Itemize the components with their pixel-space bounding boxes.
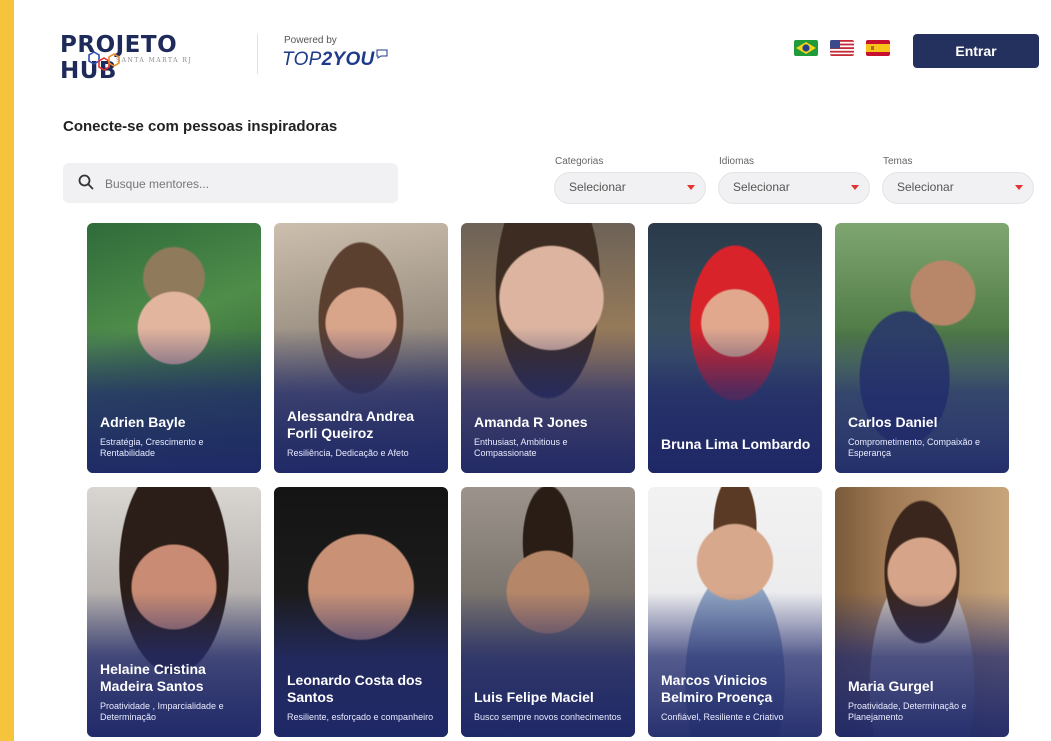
- mentor-tags: Resiliência, Dedicação e Afeto: [287, 448, 409, 458]
- card-text: Carlos Daniel Comprometimento, Compaixão…: [848, 414, 999, 459]
- select-value: Selecionar: [569, 180, 626, 194]
- mentor-card[interactable]: Helaine Cristina Madeira Santos Proativi…: [87, 487, 261, 737]
- language-switcher: [794, 40, 890, 56]
- themes-select[interactable]: Selecionar: [882, 172, 1034, 204]
- mentor-name: Maria Gurgel: [848, 678, 934, 694]
- mentor-name: Helaine Cristina Madeira Santos: [100, 661, 206, 694]
- brazil-flag-icon[interactable]: [794, 40, 818, 56]
- mentor-card[interactable]: Carlos Daniel Comprometimento, Compaixão…: [835, 223, 1009, 473]
- card-text: Alessandra Andrea Forli Queiroz Resiliên…: [287, 408, 438, 459]
- login-button[interactable]: Entrar: [913, 34, 1039, 68]
- card-text: Adrien Bayle Estratégia, Crescimento e R…: [100, 414, 251, 459]
- select-value: Selecionar: [733, 180, 790, 194]
- top2you-logo: TOP2YOU: [282, 49, 388, 71]
- card-text: Luis Felipe Maciel Busco sempre novos co…: [474, 689, 625, 723]
- mentor-name: Amanda R Jones: [474, 414, 588, 430]
- mentor-card[interactable]: Luis Felipe Maciel Busco sempre novos co…: [461, 487, 635, 737]
- filter-languages: Idiomas Selecionar: [718, 156, 870, 204]
- card-text: Leonardo Costa dos Santos Resiliente, es…: [287, 672, 438, 723]
- app-window: PROJETO HUB SANTA MARTA RJ Powered by TO…: [14, 0, 1051, 741]
- mentor-tags: Proatividade, Determinação e Planejament…: [848, 701, 967, 722]
- card-text: Bruna Lima Lombardo: [661, 436, 812, 459]
- filter-categories: Categorias Selecionar: [554, 156, 706, 204]
- logo-subtitle: SANTA MARTA RJ: [116, 57, 193, 64]
- mentor-card[interactable]: Marcos Vinicios Belmiro Proença Confiáve…: [648, 487, 822, 737]
- mentor-tags: Confiável, Resiliente e Criativo: [661, 712, 784, 722]
- mentor-tags: Busco sempre novos conhecimentos: [474, 712, 622, 722]
- mentor-card[interactable]: Amanda R Jones Enthusiast, Ambitious e C…: [461, 223, 635, 473]
- mentor-name: Marcos Vinicios Belmiro Proença: [661, 672, 773, 705]
- spain-flag-icon[interactable]: [866, 40, 890, 56]
- powered-by-label: Powered by: [284, 35, 337, 46]
- categories-select[interactable]: Selecionar: [554, 172, 706, 204]
- mentor-grid: Adrien Bayle Estratégia, Crescimento e R…: [87, 223, 1012, 737]
- search-icon: [78, 174, 94, 190]
- card-text: Helaine Cristina Madeira Santos Proativi…: [100, 661, 251, 723]
- brand-bold: 2YOU: [321, 49, 375, 70]
- filter-label: Temas: [883, 156, 913, 167]
- mentor-tags: Estratégia, Crescimento e Rentabilidade: [100, 437, 204, 458]
- mentor-tags: Comprometimento, Compaixão e Esperança: [848, 437, 981, 458]
- projeto-hub-logo[interactable]: PROJETO HUB SANTA MARTA RJ: [60, 30, 230, 84]
- mentor-tags: Resiliente, esforçado e companheiro: [287, 712, 434, 722]
- brand-light: TOP: [282, 49, 322, 70]
- header-divider: [257, 34, 258, 74]
- search-box: [63, 163, 398, 205]
- mentor-card[interactable]: Adrien Bayle Estratégia, Crescimento e R…: [87, 223, 261, 473]
- mentor-card[interactable]: Bruna Lima Lombardo: [648, 223, 822, 473]
- card-text: Amanda R Jones Enthusiast, Ambitious e C…: [474, 414, 625, 459]
- caret-down-icon: [1015, 185, 1023, 190]
- filter-label: Idiomas: [719, 156, 755, 167]
- mentor-tags: Proatividade , Imparcialidade e Determin…: [100, 701, 224, 722]
- mentor-card[interactable]: Leonardo Costa dos Santos Resiliente, es…: [274, 487, 448, 737]
- usa-flag-icon[interactable]: [830, 40, 854, 56]
- card-text: Maria Gurgel Proatividade, Determinação …: [848, 678, 999, 723]
- mentor-name: Adrien Bayle: [100, 414, 186, 430]
- caret-down-icon: [687, 185, 695, 190]
- card-text: Marcos Vinicios Belmiro Proença Confiáve…: [661, 672, 812, 723]
- chat-bubble-icon: [376, 49, 388, 59]
- mentor-name: Alessandra Andrea Forli Queiroz: [287, 408, 415, 441]
- select-value: Selecionar: [897, 180, 954, 194]
- mentor-name: Bruna Lima Lombardo: [661, 436, 811, 452]
- filter-label: Categorias: [555, 156, 604, 167]
- mentor-card[interactable]: Maria Gurgel Proatividade, Determinação …: [835, 487, 1009, 737]
- mentor-card[interactable]: Alessandra Andrea Forli Queiroz Resiliên…: [274, 223, 448, 473]
- mentor-name: Luis Felipe Maciel: [474, 689, 594, 705]
- section-title: Conecte-se com pessoas inspiradoras: [63, 118, 338, 135]
- mentor-name: Leonardo Costa dos Santos: [287, 672, 423, 705]
- filter-themes: Temas Selecionar: [882, 156, 1034, 204]
- mentor-name: Carlos Daniel: [848, 414, 938, 430]
- caret-down-icon: [851, 185, 859, 190]
- languages-select[interactable]: Selecionar: [718, 172, 870, 204]
- mentor-tags: Enthusiast, Ambitious e Compassionate: [474, 437, 568, 458]
- search-input[interactable]: [103, 163, 387, 205]
